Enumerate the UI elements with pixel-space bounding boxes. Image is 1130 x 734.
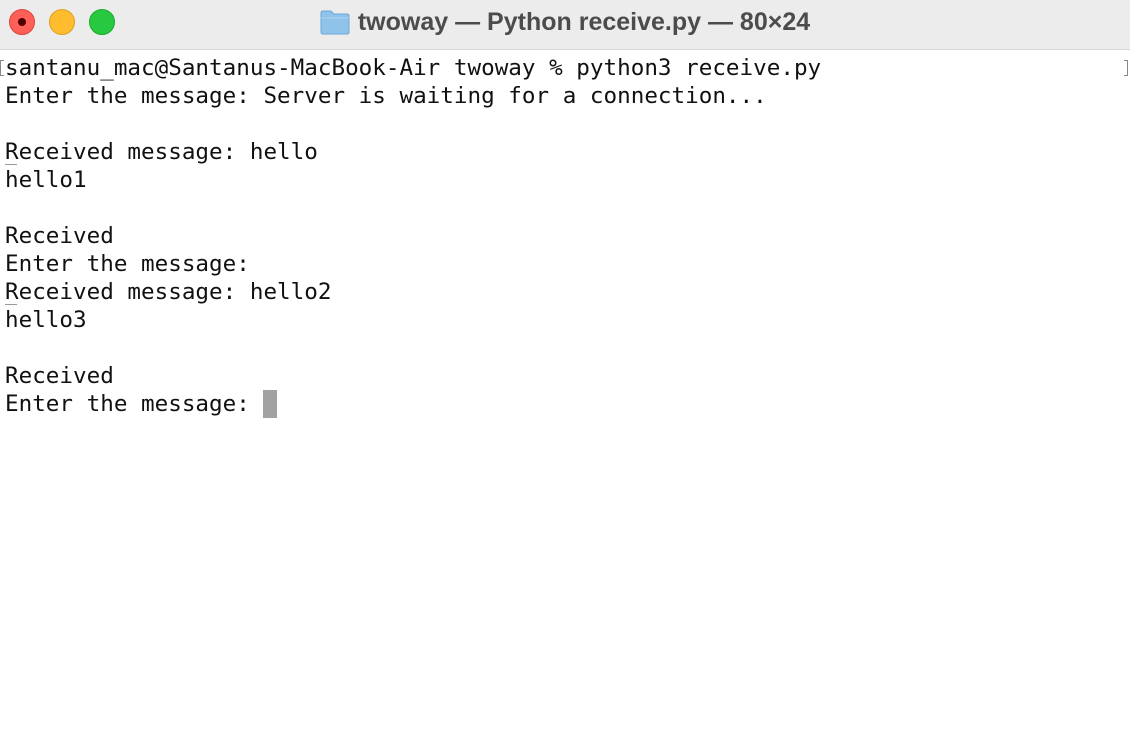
terminal-line: Received message: hello2: [5, 279, 332, 305]
terminal-line: Enter the message:: [5, 251, 250, 277]
line-mark: [5, 304, 17, 305]
mark-bracket-right: [1124, 60, 1128, 76]
terminal-line: Received message: hello: [5, 139, 318, 165]
terminal-line: Received: [5, 223, 114, 249]
title-bar[interactable]: twoway — Python receive.py — 80×24: [0, 0, 1130, 50]
terminal-window: twoway — Python receive.py — 80×24 santa…: [0, 0, 1130, 734]
terminal-line: hello1: [5, 167, 87, 193]
title-container: twoway — Python receive.py — 80×24: [0, 0, 1130, 44]
terminal-input-line[interactable]: Enter the message:: [5, 390, 278, 418]
mark-bracket-left: [0, 60, 4, 76]
terminal-line: santanu_mac@Santanus-MacBook-Air twoway …: [5, 55, 822, 81]
terminal-line: hello3: [5, 307, 87, 333]
line-mark: [5, 164, 17, 165]
input-prompt: Enter the message:: [5, 391, 264, 417]
terminal-line: Enter the message: Server is waiting for…: [5, 83, 767, 109]
window-title: twoway — Python receive.py — 80×24: [357, 7, 811, 36]
terminal-line: Received: [5, 363, 114, 389]
terminal-content[interactable]: santanu_mac@Santanus-MacBook-Air twoway …: [0, 54, 1130, 734]
text-cursor: [263, 390, 278, 418]
folder-icon: [320, 10, 350, 35]
